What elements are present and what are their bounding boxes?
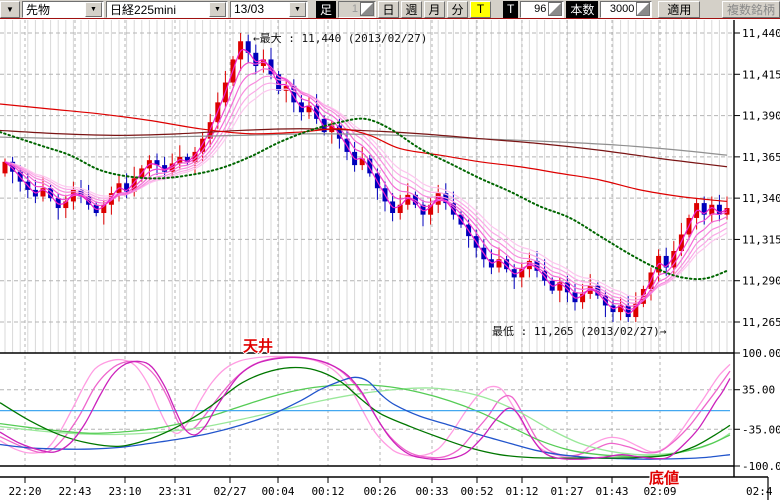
svg-text:-100.00: -100.00 xyxy=(742,460,780,473)
rci-light-pink xyxy=(0,356,730,457)
svg-text:23:31: 23:31 xyxy=(158,485,191,498)
period-button-minute[interactable]: 分 xyxy=(447,1,468,18)
min-price-annotation: 最低 : 11,265 (2013/02/27)→ xyxy=(492,323,666,339)
svg-text:35.00: 35.00 xyxy=(742,384,775,397)
svg-text:00:33: 00:33 xyxy=(415,485,448,498)
multi-symbol-button[interactable]: 複数銘柄 xyxy=(722,1,780,18)
bar-type-label: 足 xyxy=(316,1,336,18)
spinner-icon[interactable] xyxy=(636,2,650,16)
svg-text:11,440: 11,440 xyxy=(742,27,780,40)
tick-count-stepper[interactable]: 96 xyxy=(520,1,564,18)
apply-button[interactable]: 適用 xyxy=(658,1,700,18)
svg-text:11,390: 11,390 xyxy=(742,110,780,123)
svg-text:22:43: 22:43 xyxy=(58,485,91,498)
trading-chart-window: ▼ 先物 ▼ 日経225mini ▼ 13/03 ▼ 足 1 日 週 月 分 T… xyxy=(0,0,780,500)
svg-text:00:12: 00:12 xyxy=(311,485,344,498)
contract-combo-value: 13/03 xyxy=(231,2,289,16)
svg-text:-35.00: -35.00 xyxy=(742,423,780,436)
svg-text:01:43: 01:43 xyxy=(595,485,628,498)
interval-value: 1 xyxy=(339,3,360,15)
svg-text:00:52: 00:52 xyxy=(460,485,493,498)
chart-area[interactable]: 11,440 11,415 11,390 11,365 11,340 11,315 11,2… xyxy=(0,20,780,500)
chevron-down-icon[interactable]: ▼ xyxy=(85,2,102,17)
tick-count-value: 96 xyxy=(521,3,548,15)
ema-4 xyxy=(5,62,727,309)
window-dropdown-button[interactable]: ▼ xyxy=(0,1,20,18)
ema-ribbon xyxy=(5,50,727,314)
period-button-week[interactable]: 週 xyxy=(401,1,422,18)
spinner-icon[interactable] xyxy=(360,2,374,16)
svg-text:23:10: 23:10 xyxy=(108,485,141,498)
bar-stripes xyxy=(5,20,727,353)
ema-6 xyxy=(5,69,727,306)
symbol-combo-value: 日経225mini xyxy=(107,1,209,18)
svg-text:02/27: 02/27 xyxy=(213,485,246,498)
max-price-annotation: ←最大 : 11,440 (2013/02/27) xyxy=(253,30,427,46)
ema-12 xyxy=(5,89,727,297)
svg-text:11,315: 11,315 xyxy=(742,233,780,246)
ema-8 xyxy=(5,76,727,303)
market-combo-value: 先物 xyxy=(23,1,85,18)
bars-label: 本数 xyxy=(566,1,598,18)
svg-text:02:4: 02:4 xyxy=(746,485,773,498)
toolbar: ▼ 先物 ▼ 日経225mini ▼ 13/03 ▼ 足 1 日 週 月 分 T… xyxy=(0,0,780,19)
chevron-down-icon[interactable]: ▼ xyxy=(289,2,306,17)
symbol-combo[interactable]: 日経225mini ▼ xyxy=(106,1,228,18)
market-combo[interactable]: 先物 ▼ xyxy=(22,1,104,18)
period-button-day[interactable]: 日 xyxy=(378,1,399,18)
spinner-icon[interactable] xyxy=(548,2,562,16)
price-gridlines xyxy=(0,33,734,322)
svg-text:11,290: 11,290 xyxy=(742,275,780,288)
slow-moving-averages xyxy=(0,104,727,279)
rci-mid-pink xyxy=(0,357,730,458)
svg-text:11,415: 11,415 xyxy=(742,68,780,81)
svg-text:11,365: 11,365 xyxy=(742,151,780,164)
contract-month-combo[interactable]: 13/03 ▼ xyxy=(230,1,308,18)
bars-count-stepper[interactable]: 3000 xyxy=(600,1,652,18)
ema-2 xyxy=(5,50,727,314)
tick-count-label: T xyxy=(503,1,518,18)
period-button-month[interactable]: 月 xyxy=(424,1,445,18)
svg-text:01:12: 01:12 xyxy=(505,485,538,498)
ceiling-annotation: 天井 xyxy=(243,335,273,356)
oscillator-lines xyxy=(0,356,730,459)
bottom-annotation: 底値 xyxy=(649,467,679,488)
period-button-tick[interactable]: T xyxy=(470,1,491,18)
axes: 11,440 11,415 11,390 11,365 11,340 11,315 11,2… xyxy=(0,20,780,500)
svg-text:11,265: 11,265 xyxy=(742,316,780,329)
svg-text:00:04: 00:04 xyxy=(261,485,294,498)
bars-count-value: 3000 xyxy=(601,3,636,15)
svg-text:11,340: 11,340 xyxy=(742,192,780,205)
interval-stepper[interactable]: 1 xyxy=(338,1,376,18)
svg-text:00:26: 00:26 xyxy=(363,485,396,498)
svg-text:22:20: 22:20 xyxy=(8,485,41,498)
chevron-down-icon[interactable]: ▼ xyxy=(209,2,226,17)
gray-ma xyxy=(0,134,727,155)
time-gridlines xyxy=(25,20,660,466)
svg-text:100.00: 100.00 xyxy=(742,347,780,360)
svg-text:01:27: 01:27 xyxy=(550,485,583,498)
chart-svg: 11,440 11,415 11,390 11,365 11,340 11,315 11,2… xyxy=(0,20,780,500)
